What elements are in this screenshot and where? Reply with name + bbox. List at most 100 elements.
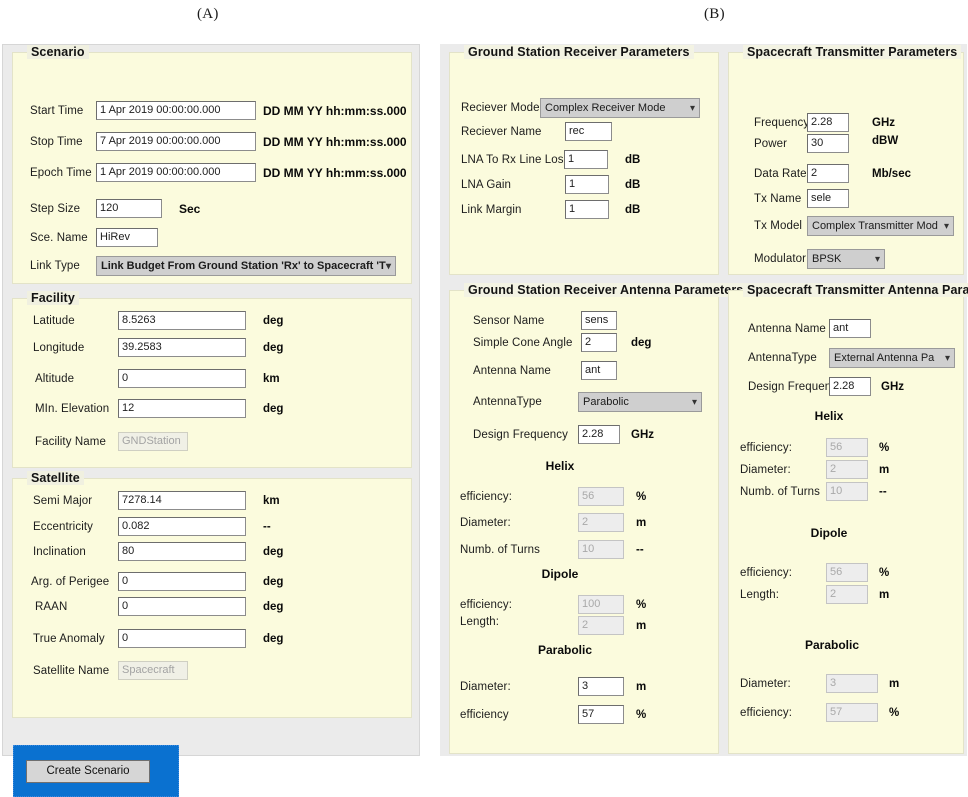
tx-model-select[interactable]: Complex Transmitter Mod ▾ bbox=[807, 216, 954, 236]
tx-model-select-value: Complex Transmitter Mod bbox=[812, 220, 938, 232]
tx-antenna-name-input[interactable]: ant bbox=[829, 319, 871, 338]
start-time-label: Start Time bbox=[30, 105, 84, 117]
step-size-label: Step Size bbox=[30, 203, 81, 215]
parabolic-efficiency-label: efficiency bbox=[460, 709, 509, 721]
tx-helix-heading: Helix bbox=[814, 409, 844, 423]
power-input[interactable]: 30 bbox=[807, 134, 849, 153]
epoch-time-label: Epoch Time bbox=[30, 167, 92, 179]
eccentricity-unit: -- bbox=[263, 521, 271, 533]
tx-helix-turns-unit: -- bbox=[879, 486, 887, 498]
arg-of-perigee-input[interactable]: 0 bbox=[118, 572, 246, 591]
arg-of-perigee-label: Arg. of Perigee bbox=[31, 576, 110, 588]
tx-helix-efficiency-unit: % bbox=[879, 442, 890, 454]
altitude-input[interactable]: 0 bbox=[118, 369, 246, 388]
raan-input[interactable]: 0 bbox=[118, 597, 246, 616]
inclination-input[interactable]: 80 bbox=[118, 542, 246, 561]
create-scenario-button[interactable]: Create Scenario bbox=[26, 760, 150, 783]
antenna-name-input[interactable]: ant bbox=[581, 361, 617, 380]
step-size-input[interactable]: 120 bbox=[96, 199, 162, 218]
helix-diameter-label: Diameter: bbox=[460, 517, 511, 529]
helix-diameter-input[interactable]: 2 bbox=[578, 513, 624, 532]
raan-label: RAAN bbox=[35, 601, 68, 613]
tx-name-label: Tx Name bbox=[754, 193, 802, 205]
scenario-name-input[interactable]: HiRev bbox=[96, 228, 158, 247]
tx-helix-efficiency-input[interactable]: 56 bbox=[826, 438, 868, 457]
simple-cone-angle-input[interactable]: 2 bbox=[581, 333, 617, 352]
gs-rx-antenna-title: Ground Station Receiver Antenna Paramete… bbox=[464, 283, 748, 297]
link-type-label: Link Type bbox=[30, 260, 80, 272]
tx-parabolic-efficiency-input[interactable]: 57 bbox=[826, 703, 878, 722]
true-anomaly-input[interactable]: 0 bbox=[118, 629, 246, 648]
ground-station-receiver-groupbox: Ground Station Receiver Parameters Recie… bbox=[449, 45, 719, 275]
tx-helix-turns-input[interactable]: 10 bbox=[826, 482, 868, 501]
start-time-input[interactable]: 1 Apr 2019 00:00:00.000 bbox=[96, 101, 256, 120]
helix-efficiency-input[interactable]: 56 bbox=[578, 487, 624, 506]
tx-dipole-efficiency-input[interactable]: 56 bbox=[826, 563, 868, 582]
ground-station-rx-antenna-groupbox: Ground Station Receiver Antenna Paramete… bbox=[449, 283, 748, 754]
facility-name-input[interactable]: GNDStation bbox=[118, 432, 188, 451]
receiver-name-input[interactable]: rec bbox=[565, 122, 612, 141]
frequency-input[interactable]: 2.28 bbox=[807, 113, 849, 132]
semi-major-input[interactable]: 7278.14 bbox=[118, 491, 246, 510]
tx-dipole-length-input[interactable]: 2 bbox=[826, 585, 868, 604]
helix-turns-label: Numb. of Turns bbox=[460, 544, 541, 556]
tx-helix-turns-label: Numb. of Turns bbox=[740, 486, 821, 498]
lna-gain-label: LNA Gain bbox=[461, 179, 512, 191]
modulator-select[interactable]: BPSK ▾ bbox=[807, 249, 885, 269]
tx-antenna-type-select[interactable]: External Antenna Pa ▾ bbox=[829, 348, 955, 368]
parabolic-diameter-unit: m bbox=[636, 681, 647, 693]
design-frequency-label: Design Frequency bbox=[473, 429, 568, 441]
tx-antenna-type-select-value: External Antenna Pa bbox=[834, 352, 935, 364]
receiver-model-select[interactable]: Complex Receiver Mode ▾ bbox=[540, 98, 700, 118]
parabolic-efficiency-input[interactable]: 57 bbox=[578, 705, 624, 724]
helix-efficiency-label: efficiency: bbox=[460, 491, 513, 503]
longitude-input[interactable]: 39.2583 bbox=[118, 338, 246, 357]
arg-of-perigee-unit: deg bbox=[263, 576, 284, 588]
dipole-efficiency-input[interactable]: 100 bbox=[578, 595, 624, 614]
dipole-length-input[interactable]: 2 bbox=[578, 616, 624, 635]
tx-helix-diameter-input[interactable]: 2 bbox=[826, 460, 868, 479]
eccentricity-input[interactable]: 0.082 bbox=[118, 517, 246, 536]
frequency-label: Frequency bbox=[754, 117, 810, 129]
semi-major-unit: km bbox=[263, 495, 280, 507]
scenario-groupbox-title: Scenario bbox=[27, 45, 89, 59]
design-frequency-input[interactable]: 2.28 bbox=[578, 425, 620, 444]
sc-tx-antenna-title: Spacecraft Transmitter Antenna Parameter… bbox=[743, 283, 968, 297]
inclination-label: Inclination bbox=[33, 546, 86, 558]
tx-parabolic-diameter-unit: m bbox=[889, 678, 900, 690]
helix-turns-input[interactable]: 10 bbox=[578, 540, 624, 559]
antenna-type-select[interactable]: Parabolic ▾ bbox=[578, 392, 702, 412]
satellite-name-input[interactable]: Spacecraft bbox=[118, 661, 188, 680]
tx-parabolic-efficiency-label: efficiency: bbox=[740, 707, 793, 719]
satellite-groupbox-title: Satellite bbox=[27, 471, 84, 485]
longitude-label: Longitude bbox=[33, 342, 85, 354]
lna-gain-input[interactable]: 1 bbox=[565, 175, 609, 194]
min-elevation-input[interactable]: 12 bbox=[118, 399, 246, 418]
design-frequency-unit: GHz bbox=[631, 429, 654, 441]
facility-groupbox-title: Facility bbox=[27, 291, 79, 305]
chevron-down-icon: ▾ bbox=[943, 221, 949, 232]
stop-time-input[interactable]: 7 Apr 2019 00:00:00.000 bbox=[96, 132, 256, 151]
tx-design-frequency-input[interactable]: 2.28 bbox=[829, 377, 871, 396]
epoch-time-input[interactable]: 1 Apr 2019 00:00:00.000 bbox=[96, 163, 256, 182]
dipole-heading: Dipole bbox=[541, 567, 579, 581]
tx-parabolic-heading: Parabolic bbox=[804, 638, 860, 652]
sensor-name-input[interactable]: sens bbox=[581, 311, 617, 330]
parabolic-diameter-input[interactable]: 3 bbox=[578, 677, 624, 696]
tx-name-input[interactable]: sele bbox=[807, 189, 849, 208]
dipole-length-unit: m bbox=[636, 620, 647, 632]
inclination-unit: deg bbox=[263, 546, 284, 558]
parabolic-heading: Parabolic bbox=[537, 643, 593, 657]
tx-parabolic-efficiency-unit: % bbox=[889, 707, 900, 719]
data-rate-input[interactable]: 2 bbox=[807, 164, 849, 183]
stop-time-format-hint: DD MM YY hh:mm:ss.000 bbox=[263, 135, 407, 149]
latitude-input[interactable]: 8.5263 bbox=[118, 311, 246, 330]
link-margin-input[interactable]: 1 bbox=[565, 200, 609, 219]
receiver-model-label: Reciever Model bbox=[461, 102, 543, 114]
lna-to-rx-line-loss-input[interactable]: 1 bbox=[564, 150, 608, 169]
ground-station-receiver-title: Ground Station Receiver Parameters bbox=[464, 45, 694, 59]
link-type-select[interactable]: Link Budget From Ground Station 'Rx' to … bbox=[96, 256, 396, 276]
tx-parabolic-diameter-input[interactable]: 3 bbox=[826, 674, 878, 693]
frequency-unit: GHz bbox=[872, 117, 895, 129]
satellite-groupbox: Satellite Semi Major 7278.14 km Eccentri… bbox=[12, 471, 412, 718]
